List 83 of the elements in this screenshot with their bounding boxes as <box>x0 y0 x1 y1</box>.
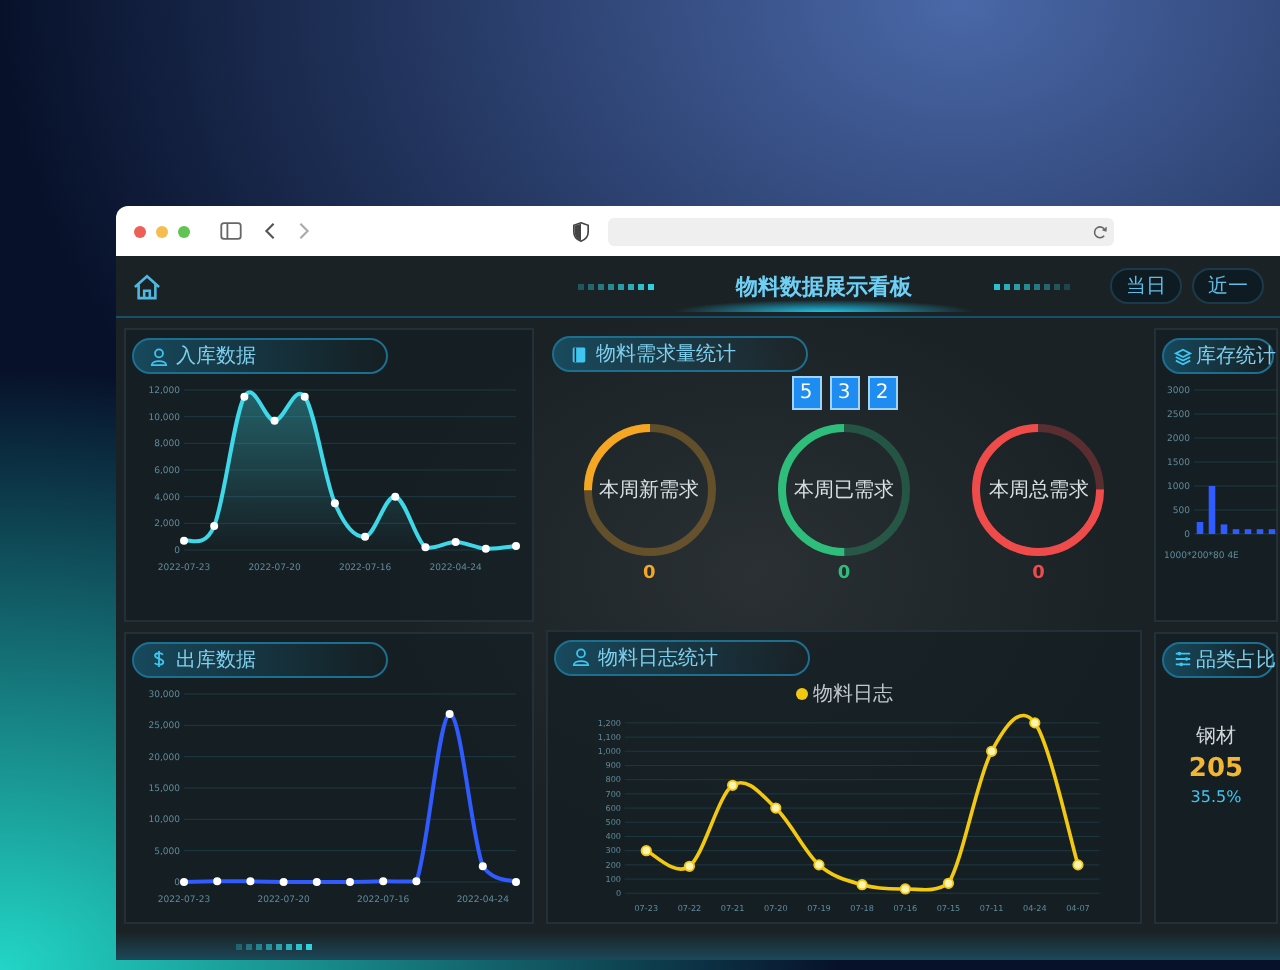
panel-title: 物料日志统计 <box>598 645 718 671</box>
category-percent: 35.5% <box>1190 787 1242 805</box>
bar <box>1220 524 1228 534</box>
gauge-label: 本周总需求 <box>988 477 1089 504</box>
dots-decoration <box>578 283 654 289</box>
digit-tile: 5 <box>791 376 821 410</box>
digit-tile: 3 <box>829 376 859 410</box>
data-point <box>445 709 454 718</box>
data-point <box>180 536 188 545</box>
data-point <box>1072 858 1084 870</box>
data-point <box>391 492 400 501</box>
gauge-label: 本周已需求 <box>793 477 894 504</box>
data-point <box>300 392 309 401</box>
data-point <box>180 877 188 885</box>
person-icon <box>572 648 590 666</box>
bar <box>1244 529 1252 534</box>
data-point <box>727 778 739 790</box>
gauge-value: 0 <box>1032 564 1045 584</box>
data-point <box>361 532 370 541</box>
panel-title: 入库数据 <box>176 343 256 370</box>
gauge-label: 本周新需求 <box>599 477 700 504</box>
layers-icon <box>1174 347 1192 365</box>
data-point <box>213 876 222 885</box>
data-point <box>270 416 279 425</box>
data-point <box>346 877 354 885</box>
bar <box>1232 529 1240 534</box>
data-point <box>210 522 219 530</box>
dollar-icon <box>150 650 168 668</box>
data-point <box>942 876 955 888</box>
sliders-icon <box>1174 650 1192 668</box>
dots-decoration <box>236 943 312 949</box>
legend-label: 物料日志 <box>813 681 893 707</box>
close-dot[interactable] <box>134 225 146 237</box>
dots-decoration <box>994 283 1070 289</box>
legend-dot <box>795 687 807 699</box>
bar <box>1268 529 1276 534</box>
gauge-value: 0 <box>837 564 851 584</box>
forward-icon[interactable] <box>298 222 310 240</box>
bar <box>1196 522 1204 534</box>
data-point <box>986 744 998 756</box>
data-point <box>330 499 339 508</box>
data-point <box>478 861 487 870</box>
data-point <box>279 877 288 885</box>
data-point <box>770 801 782 813</box>
sidebar-icon[interactable] <box>220 222 242 240</box>
data-point <box>412 876 421 885</box>
data-point <box>512 877 520 885</box>
data-point <box>899 882 911 894</box>
data-point <box>240 392 249 401</box>
gauge-value: 0 <box>643 564 656 584</box>
zoom-dot[interactable] <box>178 225 190 237</box>
data-point <box>512 542 520 550</box>
bar <box>1256 529 1264 534</box>
panel-title: 品类占比 <box>1196 647 1276 673</box>
data-point <box>451 538 460 546</box>
minimize-dot[interactable] <box>156 225 168 237</box>
data-point <box>246 876 255 885</box>
panel-title: 出库数据 <box>176 647 256 673</box>
dashboard-title: 物料数据展示看板 <box>736 271 912 301</box>
data-point <box>421 543 430 552</box>
category-label: 钢材 <box>1196 723 1236 749</box>
data-point <box>683 859 696 871</box>
reload-icon[interactable] <box>1092 223 1108 239</box>
category-value: 205 <box>1188 753 1244 783</box>
data-point <box>1029 716 1041 728</box>
back-icon[interactable] <box>264 222 276 240</box>
address-field[interactable] <box>608 217 1114 245</box>
home-icon[interactable] <box>132 273 162 299</box>
digit-tile: 2 <box>867 376 897 410</box>
data-point <box>379 876 388 885</box>
data-point <box>312 877 321 885</box>
shield-icon <box>572 221 590 241</box>
panel-title: 物料需求量统计 <box>596 341 736 368</box>
range-button[interactable]: 近一 <box>1192 268 1264 304</box>
bar <box>1208 486 1216 534</box>
panel-title: 库存统计 <box>1196 343 1276 370</box>
data-point <box>481 544 490 553</box>
book-icon <box>570 345 588 363</box>
data-point <box>813 858 825 870</box>
person-icon <box>150 347 168 365</box>
data-point <box>856 878 868 890</box>
data-point <box>640 844 652 856</box>
range-button[interactable]: 当日 <box>1110 268 1182 304</box>
